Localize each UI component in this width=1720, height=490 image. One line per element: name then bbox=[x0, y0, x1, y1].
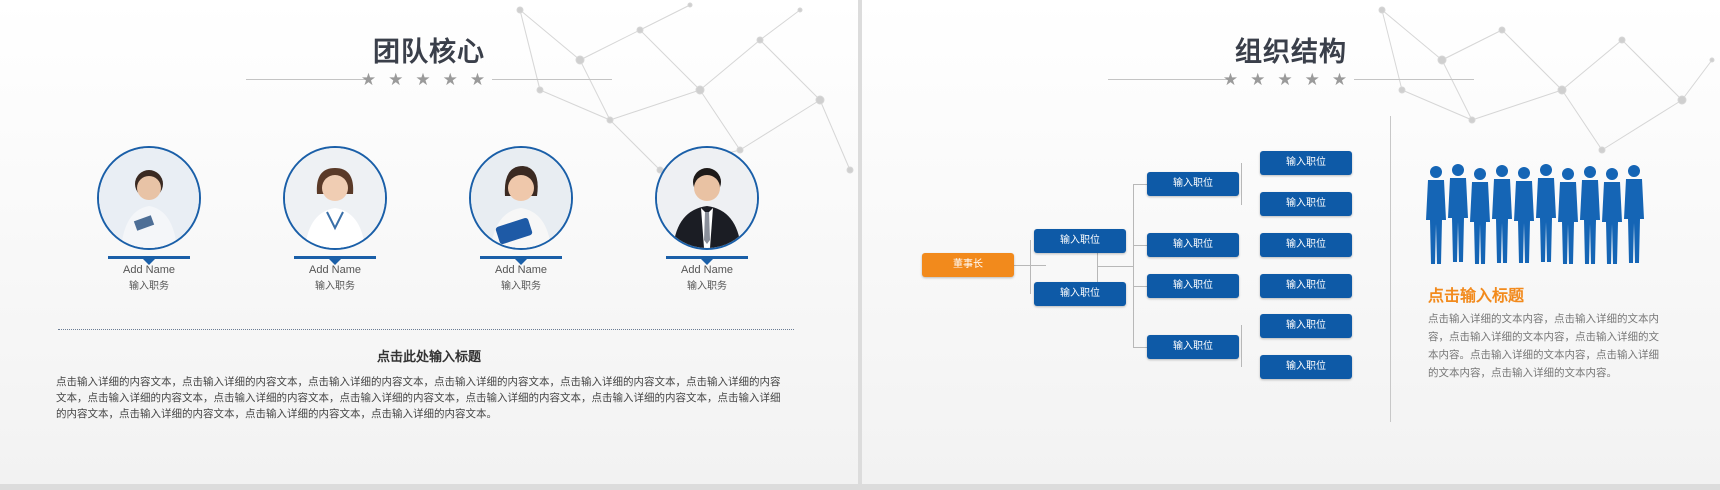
avatar[interactable] bbox=[97, 146, 201, 250]
person-photo-icon bbox=[99, 148, 199, 248]
slide-org-structure: 组织结构 ★★★★★ 董事长 输入职位 输入职位 输入职位 输入职位 输入职位 … bbox=[862, 0, 1720, 484]
connector bbox=[1030, 240, 1031, 294]
team-member-card[interactable]: Add Name 输入职务 bbox=[456, 146, 586, 292]
org-node-level3[interactable]: 输入职位 bbox=[1260, 355, 1352, 379]
team-member-card[interactable]: Add Name 输入职务 bbox=[84, 146, 214, 292]
org-node-level2[interactable]: 输入职位 bbox=[1147, 335, 1239, 359]
member-role: 输入职务 bbox=[687, 281, 727, 292]
org-node-level2[interactable]: 输入职位 bbox=[1147, 233, 1239, 257]
org-node-level2[interactable]: 输入职位 bbox=[1147, 274, 1239, 298]
member-underline bbox=[108, 256, 190, 265]
vertical-divider bbox=[1390, 116, 1391, 422]
person-photo-icon bbox=[471, 148, 571, 248]
member-name: Add Name bbox=[681, 264, 733, 276]
star-rating-decoration: ★★★★★ bbox=[360, 70, 498, 90]
connector bbox=[1241, 163, 1242, 205]
connector bbox=[1133, 184, 1134, 347]
member-underline bbox=[666, 256, 748, 265]
business-team-silhouette-icon bbox=[1426, 164, 1644, 264]
member-underline bbox=[294, 256, 376, 265]
avatar[interactable] bbox=[469, 146, 573, 250]
page-title: 团队核心 bbox=[373, 37, 485, 68]
slide-team-core: 团队核心 ★★★★★ Add Name 输入职务 Add Name 输入职务 A… bbox=[0, 0, 858, 484]
member-name: Add Name bbox=[495, 264, 547, 276]
body-paragraph[interactable]: 点击输入详细的内容文本，点击输入详细的内容文本，点击输入详细的内容文本，点击输入… bbox=[56, 374, 788, 422]
page-title: 组织结构 bbox=[1235, 37, 1347, 68]
connector bbox=[1097, 266, 1133, 267]
team-member-card[interactable]: Add Name 输入职务 bbox=[270, 146, 400, 292]
member-role: 输入职务 bbox=[129, 281, 169, 292]
connector bbox=[1133, 286, 1147, 287]
org-node-level3[interactable]: 输入职位 bbox=[1260, 274, 1352, 298]
org-node-chairman[interactable]: 董事长 bbox=[922, 253, 1014, 277]
connector bbox=[1241, 325, 1242, 367]
person-photo-icon bbox=[657, 148, 757, 248]
member-role: 输入职务 bbox=[315, 281, 355, 292]
avatar[interactable] bbox=[283, 146, 387, 250]
org-node-level3[interactable]: 输入职位 bbox=[1260, 151, 1352, 175]
team-member-card[interactable]: Add Name 输入职务 bbox=[642, 146, 772, 292]
side-text[interactable]: 点击输入详细的文本内容，点击输入详细的文本内容，点击输入详细的文本内容，点击输入… bbox=[1428, 310, 1662, 382]
org-node-level3[interactable]: 输入职位 bbox=[1260, 314, 1352, 338]
connector bbox=[1133, 184, 1147, 185]
connector bbox=[1133, 347, 1147, 348]
org-node-level3[interactable]: 输入职位 bbox=[1260, 192, 1352, 216]
person-photo-icon bbox=[285, 148, 385, 248]
star-rating-decoration: ★★★★★ bbox=[1222, 70, 1360, 90]
org-node-level1[interactable]: 输入职位 bbox=[1034, 282, 1126, 306]
member-name: Add Name bbox=[309, 264, 361, 276]
section-subtitle[interactable]: 点击此处输入标题 bbox=[0, 346, 858, 365]
member-underline bbox=[480, 256, 562, 265]
connector bbox=[1133, 245, 1147, 246]
dotted-divider bbox=[58, 329, 794, 330]
member-name: Add Name bbox=[123, 264, 175, 276]
avatar[interactable] bbox=[655, 146, 759, 250]
org-node-level1[interactable]: 输入职位 bbox=[1034, 229, 1126, 253]
member-role: 输入职务 bbox=[501, 281, 541, 292]
org-node-level2[interactable]: 输入职位 bbox=[1147, 172, 1239, 196]
side-title[interactable]: 点击输入标题 bbox=[1428, 282, 1524, 306]
org-node-level3[interactable]: 输入职位 bbox=[1260, 233, 1352, 257]
